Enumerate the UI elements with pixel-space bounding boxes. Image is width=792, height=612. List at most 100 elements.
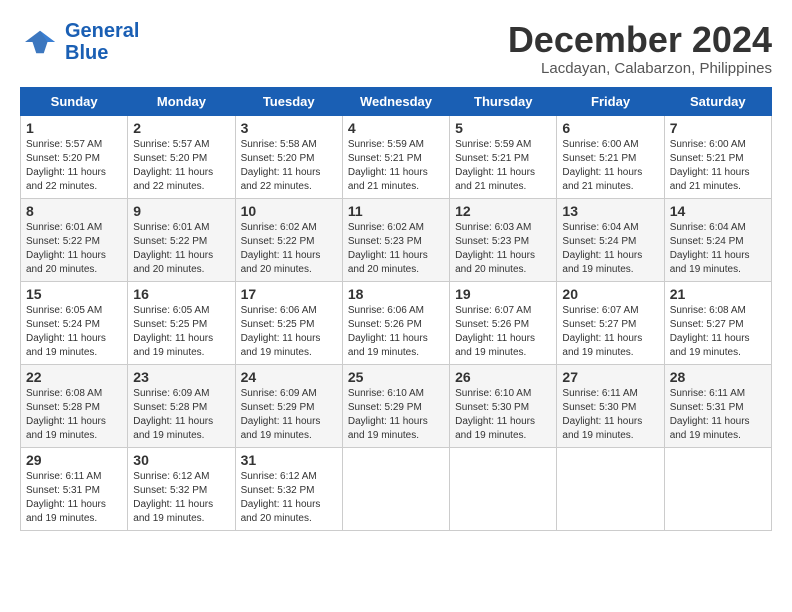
- calendar-cell: 23 Sunrise: 6:09 AM Sunset: 5:28 PM Dayli…: [128, 364, 235, 447]
- calendar-cell: [342, 447, 449, 530]
- day-number: 26: [455, 369, 551, 385]
- day-info: Sunrise: 6:04 AM Sunset: 5:24 PM Dayligh…: [670, 221, 766, 277]
- day-number: 19: [455, 286, 551, 302]
- day-number: 9: [133, 203, 229, 219]
- day-info: Sunrise: 6:09 AM Sunset: 5:29 PM Dayligh…: [241, 387, 337, 443]
- day-info: Sunrise: 6:06 AM Sunset: 5:26 PM Dayligh…: [348, 304, 444, 360]
- calendar-cell: [557, 447, 664, 530]
- calendar-cell: 31 Sunrise: 6:12 AM Sunset: 5:32 PM Dayli…: [235, 447, 342, 530]
- day-info: Sunrise: 6:00 AM Sunset: 5:21 PM Dayligh…: [562, 138, 658, 194]
- calendar-cell: 2 Sunrise: 5:57 AM Sunset: 5:20 PM Daylig…: [128, 115, 235, 198]
- month-title: December 2024: [508, 20, 772, 60]
- calendar-cell: 6 Sunrise: 6:00 AM Sunset: 5:21 PM Daylig…: [557, 115, 664, 198]
- day-number: 28: [670, 369, 766, 385]
- day-number: 18: [348, 286, 444, 302]
- day-number: 2: [133, 120, 229, 136]
- location: Lacdayan, Calabarzon, Philippines: [508, 60, 772, 77]
- calendar-header: SundayMondayTuesdayWednesdayThursdayFrid…: [21, 87, 772, 115]
- weekday-monday: Monday: [128, 87, 235, 115]
- calendar-cell: 17 Sunrise: 6:06 AM Sunset: 5:25 PM Dayli…: [235, 281, 342, 364]
- day-number: 20: [562, 286, 658, 302]
- calendar-cell: 12Sunrise: 6:03 AM Sunset: 5:23 PM Dayli…: [450, 198, 557, 281]
- calendar-cell: [450, 447, 557, 530]
- day-number: 4: [348, 120, 444, 136]
- day-number: 8: [26, 203, 122, 219]
- weekday-friday: Friday: [557, 87, 664, 115]
- calendar-cell: 22Sunrise: 6:08 AM Sunset: 5:28 PM Dayli…: [21, 364, 128, 447]
- day-info: Sunrise: 6:05 AM Sunset: 5:24 PM Dayligh…: [26, 304, 122, 360]
- calendar-cell: 13 Sunrise: 6:04 AM Sunset: 5:24 PM Dayli…: [557, 198, 664, 281]
- calendar-cell: 4 Sunrise: 5:59 AM Sunset: 5:21 PM Daylig…: [342, 115, 449, 198]
- calendar-week-1: 1 Sunrise: 5:57 AM Sunset: 5:20 PM Daylig…: [21, 115, 772, 198]
- day-number: 17: [241, 286, 337, 302]
- day-info: Sunrise: 5:57 AM Sunset: 5:20 PM Dayligh…: [133, 138, 229, 194]
- calendar-cell: 29 Sunrise: 6:11 AM Sunset: 5:31 PM Dayli…: [21, 447, 128, 530]
- calendar-week-3: 15 Sunrise: 6:05 AM Sunset: 5:24 PM Dayli…: [21, 281, 772, 364]
- day-number: 14: [670, 203, 766, 219]
- calendar-cell: 3Sunrise: 5:58 AM Sunset: 5:20 PM Daylig…: [235, 115, 342, 198]
- day-info: Sunrise: 6:12 AM Sunset: 5:32 PM Dayligh…: [133, 470, 229, 526]
- logo-text: General Blue: [65, 20, 139, 64]
- day-info: Sunrise: 6:07 AM Sunset: 5:26 PM Dayligh…: [455, 304, 551, 360]
- day-number: 24: [241, 369, 337, 385]
- weekday-header-row: SundayMondayTuesdayWednesdayThursdayFrid…: [21, 87, 772, 115]
- logo-icon: [20, 27, 60, 57]
- day-info: Sunrise: 5:59 AM Sunset: 5:21 PM Dayligh…: [348, 138, 444, 194]
- day-info: Sunrise: 6:01 AM Sunset: 5:22 PM Dayligh…: [133, 221, 229, 277]
- day-info: Sunrise: 6:00 AM Sunset: 5:21 PM Dayligh…: [670, 138, 766, 194]
- day-info: Sunrise: 5:57 AM Sunset: 5:20 PM Dayligh…: [26, 138, 122, 194]
- day-info: Sunrise: 6:04 AM Sunset: 5:24 PM Dayligh…: [562, 221, 658, 277]
- calendar-cell: 21 Sunrise: 6:08 AM Sunset: 5:27 PM Dayli…: [664, 281, 771, 364]
- day-info: Sunrise: 6:08 AM Sunset: 5:28 PM Dayligh…: [26, 387, 122, 443]
- page-header: General Blue December 2024 Lacdayan, Cal…: [20, 20, 772, 77]
- day-number: 30: [133, 452, 229, 468]
- calendar-cell: 25Sunrise: 6:10 AM Sunset: 5:29 PM Dayli…: [342, 364, 449, 447]
- day-number: 5: [455, 120, 551, 136]
- day-info: Sunrise: 5:59 AM Sunset: 5:21 PM Dayligh…: [455, 138, 551, 194]
- calendar-cell: 9 Sunrise: 6:01 AM Sunset: 5:22 PM Daylig…: [128, 198, 235, 281]
- calendar-cell: 16 Sunrise: 6:05 AM Sunset: 5:25 PM Dayli…: [128, 281, 235, 364]
- day-info: Sunrise: 6:06 AM Sunset: 5:25 PM Dayligh…: [241, 304, 337, 360]
- day-info: Sunrise: 6:12 AM Sunset: 5:32 PM Dayligh…: [241, 470, 337, 526]
- day-number: 6: [562, 120, 658, 136]
- calendar-week-2: 8 Sunrise: 6:01 AM Sunset: 5:22 PM Daylig…: [21, 198, 772, 281]
- day-info: Sunrise: 6:10 AM Sunset: 5:30 PM Dayligh…: [455, 387, 551, 443]
- day-number: 16: [133, 286, 229, 302]
- calendar-cell: 7Sunrise: 6:00 AM Sunset: 5:21 PM Daylig…: [664, 115, 771, 198]
- calendar-cell: [664, 447, 771, 530]
- day-number: 15: [26, 286, 122, 302]
- day-info: Sunrise: 5:58 AM Sunset: 5:20 PM Dayligh…: [241, 138, 337, 194]
- calendar-week-4: 22Sunrise: 6:08 AM Sunset: 5:28 PM Dayli…: [21, 364, 772, 447]
- calendar-cell: 11 Sunrise: 6:02 AM Sunset: 5:23 PM Dayli…: [342, 198, 449, 281]
- day-info: Sunrise: 6:01 AM Sunset: 5:22 PM Dayligh…: [26, 221, 122, 277]
- day-info: Sunrise: 6:03 AM Sunset: 5:23 PM Dayligh…: [455, 221, 551, 277]
- day-info: Sunrise: 6:02 AM Sunset: 5:22 PM Dayligh…: [241, 221, 337, 277]
- day-number: 10: [241, 203, 337, 219]
- day-info: Sunrise: 6:11 AM Sunset: 5:30 PM Dayligh…: [562, 387, 658, 443]
- day-info: Sunrise: 6:10 AM Sunset: 5:29 PM Dayligh…: [348, 387, 444, 443]
- calendar-cell: 27 Sunrise: 6:11 AM Sunset: 5:30 PM Dayli…: [557, 364, 664, 447]
- day-info: Sunrise: 6:09 AM Sunset: 5:28 PM Dayligh…: [133, 387, 229, 443]
- calendar: SundayMondayTuesdayWednesdayThursdayFrid…: [20, 87, 772, 531]
- day-number: 1: [26, 120, 122, 136]
- weekday-thursday: Thursday: [450, 87, 557, 115]
- calendar-cell: 24 Sunrise: 6:09 AM Sunset: 5:29 PM Dayli…: [235, 364, 342, 447]
- day-number: 27: [562, 369, 658, 385]
- day-number: 23: [133, 369, 229, 385]
- day-number: 11: [348, 203, 444, 219]
- day-info: Sunrise: 6:08 AM Sunset: 5:27 PM Dayligh…: [670, 304, 766, 360]
- day-number: 29: [26, 452, 122, 468]
- day-info: Sunrise: 6:07 AM Sunset: 5:27 PM Dayligh…: [562, 304, 658, 360]
- calendar-body: 1 Sunrise: 5:57 AM Sunset: 5:20 PM Daylig…: [21, 115, 772, 530]
- day-number: 31: [241, 452, 337, 468]
- weekday-sunday: Sunday: [21, 87, 128, 115]
- day-info: Sunrise: 6:11 AM Sunset: 5:31 PM Dayligh…: [26, 470, 122, 526]
- day-info: Sunrise: 6:02 AM Sunset: 5:23 PM Dayligh…: [348, 221, 444, 277]
- calendar-cell: 1 Sunrise: 5:57 AM Sunset: 5:20 PM Daylig…: [21, 115, 128, 198]
- weekday-saturday: Saturday: [664, 87, 771, 115]
- day-number: 13: [562, 203, 658, 219]
- day-info: Sunrise: 6:05 AM Sunset: 5:25 PM Dayligh…: [133, 304, 229, 360]
- calendar-cell: 10 Sunrise: 6:02 AM Sunset: 5:22 PM Dayli…: [235, 198, 342, 281]
- day-number: 21: [670, 286, 766, 302]
- weekday-wednesday: Wednesday: [342, 87, 449, 115]
